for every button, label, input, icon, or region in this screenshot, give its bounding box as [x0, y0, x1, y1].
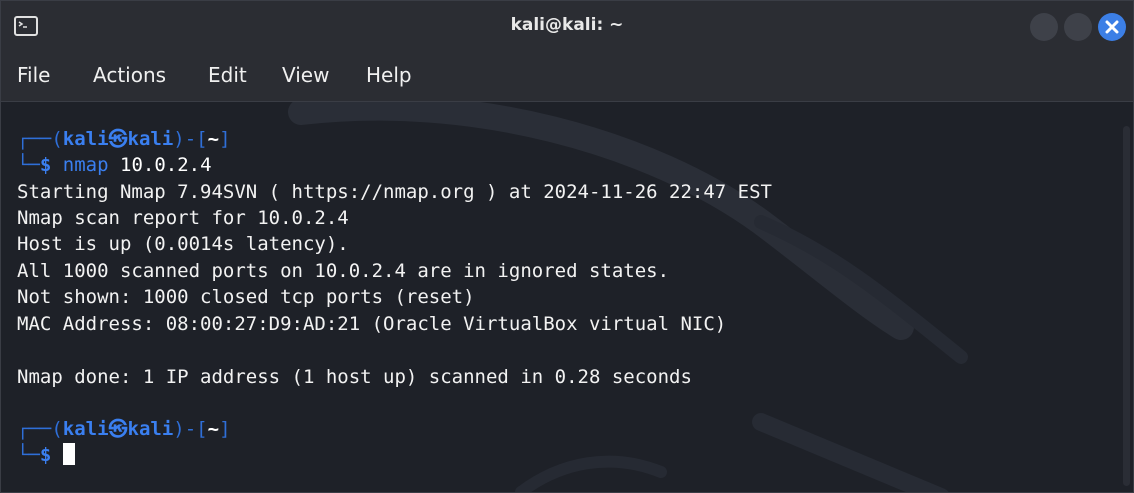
prompt-end-bracket: ] — [219, 128, 231, 150]
command-line-2[interactable]: └─$ — [17, 442, 75, 468]
window-title: kali@kali: ~ — [510, 15, 624, 35]
command-name: nmap — [62, 154, 109, 176]
menu-view[interactable]: View — [282, 63, 329, 87]
output-line: Nmap scan report for 10.0.2.4 — [17, 207, 349, 229]
prompt-line-1: ┌──(kali㉿kali)-[~] — [17, 126, 231, 152]
prompt-end-bracket: ] — [219, 418, 231, 440]
menu-file[interactable]: File — [17, 63, 50, 87]
close-button[interactable] — [1098, 13, 1126, 41]
command-argument: 10.0.2.4 — [120, 154, 212, 176]
prompt-frame-bottom: └─ — [17, 444, 40, 466]
output-line: Nmap done: 1 IP address (1 host up) scan… — [17, 366, 692, 388]
prompt-user-host: kali㉿kali — [62, 128, 174, 150]
maximize-button[interactable] — [1064, 13, 1092, 41]
text-cursor — [62, 443, 75, 465]
menu-edit[interactable]: Edit — [208, 63, 247, 87]
prompt-line-2: ┌──(kali㉿kali)-[~] — [17, 416, 231, 442]
close-icon — [1105, 20, 1119, 34]
prompt-dir: ~ — [207, 418, 220, 440]
terminal-output[interactable]: ┌──(kali㉿kali)-[~] └─$ nmap 10.0.2.4 Sta… — [1, 102, 1133, 492]
prompt-bracket: )-[ — [173, 128, 208, 150]
command-line-1: └─$ nmap 10.0.2.4 — [17, 152, 212, 178]
output-line: Starting Nmap 7.94SVN ( https://nmap.org… — [17, 181, 772, 203]
minimize-button[interactable] — [1030, 13, 1058, 41]
output-line: Not shown: 1000 closed tcp ports (reset) — [17, 286, 475, 308]
output-line: All 1000 scanned ports on 10.0.2.4 are i… — [17, 260, 670, 282]
prompt-frame-top: ┌──( — [17, 418, 63, 440]
prompt-frame-top: ┌──( — [17, 128, 63, 150]
scrollbar[interactable] — [1123, 126, 1130, 486]
output-line: MAC Address: 08:00:27:D9:AD:21 (Oracle V… — [17, 313, 727, 335]
menu-help[interactable]: Help — [366, 63, 412, 87]
prompt-dollar: $ — [39, 154, 52, 176]
prompt-dollar: $ — [39, 444, 52, 466]
prompt-user-host: kali㉿kali — [62, 418, 174, 440]
prompt-dir: ~ — [207, 128, 220, 150]
output-line: Host is up (0.0014s latency). — [17, 233, 349, 255]
prompt-frame-bottom: └─ — [17, 154, 40, 176]
menu-bar: File Actions Edit View Help — [1, 53, 1133, 102]
prompt-bracket: )-[ — [173, 418, 208, 440]
terminal-window: kali@kali: ~ File Actions Edit View Help… — [0, 0, 1134, 493]
menu-actions[interactable]: Actions — [93, 63, 166, 87]
title-bar[interactable]: kali@kali: ~ — [1, 1, 1133, 53]
